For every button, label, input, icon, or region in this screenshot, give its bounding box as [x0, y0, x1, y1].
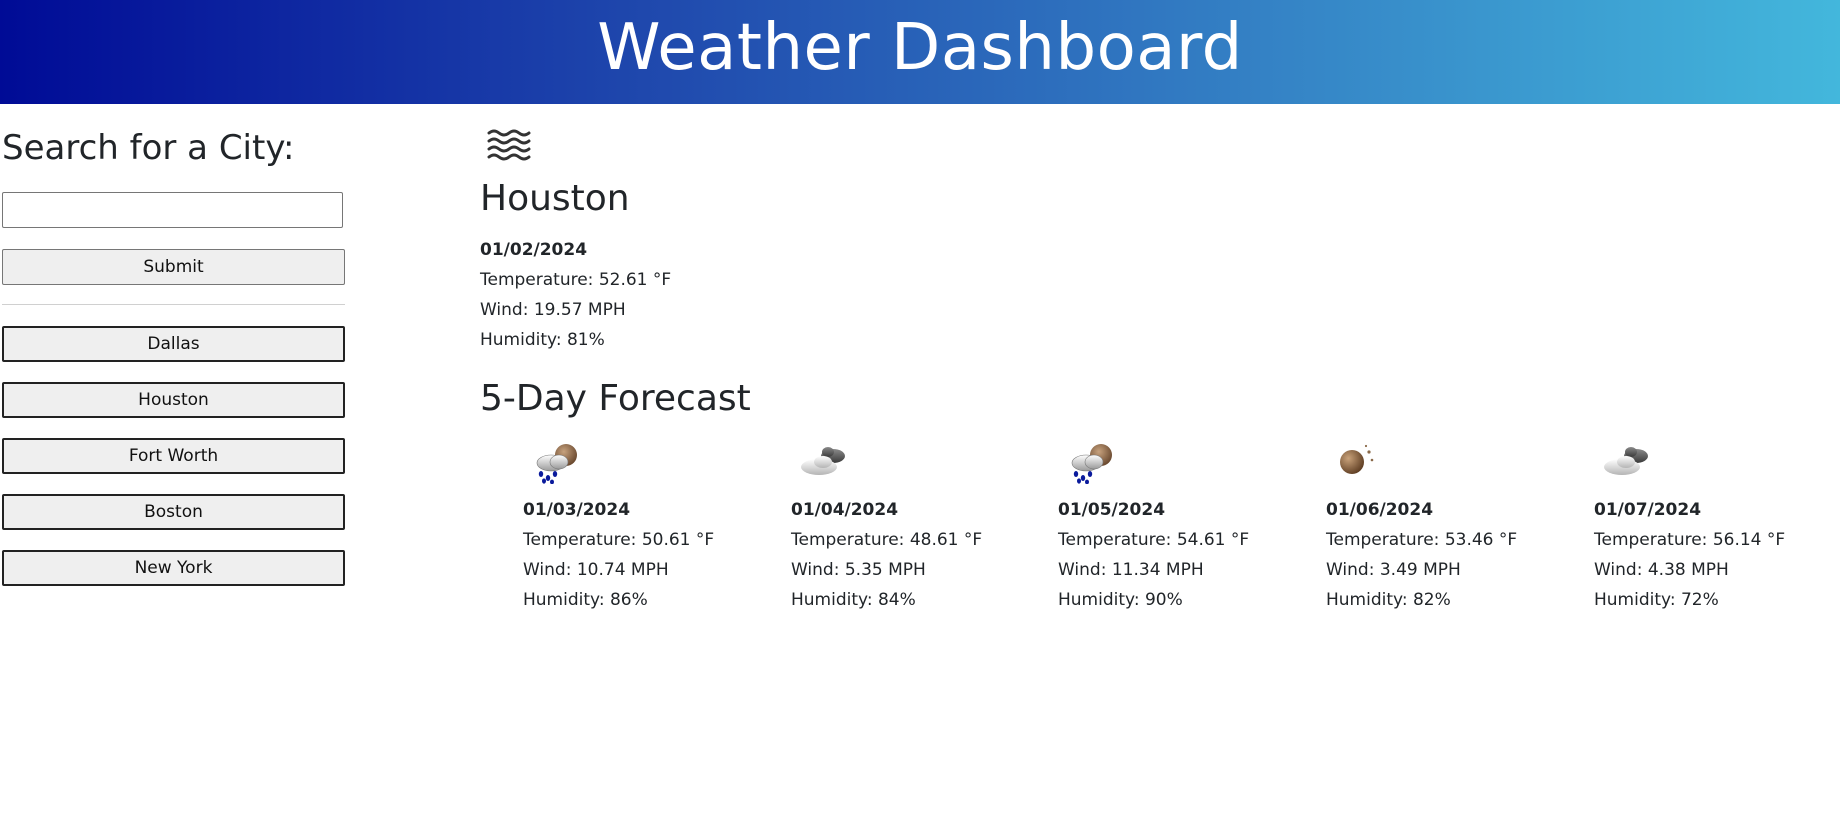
forecast-card: 01/04/2024 Temperature: 48.61 °F Wind: 5…	[791, 440, 1041, 620]
forecast-card: 01/03/2024 Temperature: 50.61 °F Wind: 1…	[523, 440, 773, 620]
sidebar-divider	[2, 304, 345, 305]
forecast-humidity: Humidity: 82%	[1326, 590, 1451, 610]
forecast-temperature: Temperature: 48.61 °F	[791, 530, 983, 550]
clear-night-icon	[1340, 444, 1374, 474]
forecast-wind: Wind: 10.74 MPH	[523, 560, 669, 580]
current-date: 01/02/2024	[480, 240, 588, 260]
forecast-card: 01/05/2024 Temperature: 54.61 °F Wind: 1…	[1058, 440, 1308, 620]
forecast-humidity: Humidity: 72%	[1594, 590, 1719, 610]
forecast-wind: Wind: 5.35 MPH	[791, 560, 926, 580]
current-temperature: Temperature: 52.61 °F	[480, 270, 672, 290]
forecast-date: 01/06/2024	[1326, 500, 1434, 520]
forecast-heading: 5-Day Forecast	[480, 378, 751, 419]
mist-icon	[487, 129, 531, 161]
city-search-input[interactable]	[2, 192, 343, 228]
app-title: Weather Dashboard	[597, 11, 1243, 85]
rain-icon	[536, 444, 577, 484]
history-button-dallas[interactable]: Dallas	[2, 326, 345, 362]
current-humidity: Humidity: 81%	[480, 330, 605, 350]
forecast-temperature: Temperature: 50.61 °F	[523, 530, 715, 550]
rain-icon	[1071, 444, 1112, 484]
history-button-boston[interactable]: Boston	[2, 494, 345, 530]
forecast-date: 01/04/2024	[791, 500, 899, 520]
broken-clouds-icon	[1604, 447, 1648, 475]
submit-button[interactable]: Submit	[2, 249, 345, 285]
forecast-temperature: Temperature: 54.61 °F	[1058, 530, 1250, 550]
search-heading: Search for a City:	[2, 128, 295, 168]
forecast-card: 01/07/2024 Temperature: 56.14 °F Wind: 4…	[1594, 440, 1840, 620]
forecast-temperature: Temperature: 56.14 °F	[1594, 530, 1786, 550]
forecast-humidity: Humidity: 90%	[1058, 590, 1183, 610]
current-wind: Wind: 19.57 MPH	[480, 300, 626, 320]
forecast-humidity: Humidity: 86%	[523, 590, 648, 610]
broken-clouds-icon	[801, 447, 845, 475]
forecast-humidity: Humidity: 84%	[791, 590, 916, 610]
app-header: Weather Dashboard	[0, 0, 1840, 104]
forecast-wind: Wind: 3.49 MPH	[1326, 560, 1461, 580]
forecast-date: 01/07/2024	[1594, 500, 1702, 520]
history-button-new-york[interactable]: New York	[2, 550, 345, 586]
history-button-fort-worth[interactable]: Fort Worth	[2, 438, 345, 474]
current-city-name: Houston	[480, 178, 630, 219]
forecast-date: 01/03/2024	[523, 500, 631, 520]
history-button-houston[interactable]: Houston	[2, 382, 345, 418]
forecast-temperature: Temperature: 53.46 °F	[1326, 530, 1518, 550]
forecast-date: 01/05/2024	[1058, 500, 1166, 520]
forecast-wind: Wind: 4.38 MPH	[1594, 560, 1729, 580]
forecast-card: 01/06/2024 Temperature: 53.46 °F Wind: 3…	[1326, 440, 1576, 620]
forecast-wind: Wind: 11.34 MPH	[1058, 560, 1204, 580]
